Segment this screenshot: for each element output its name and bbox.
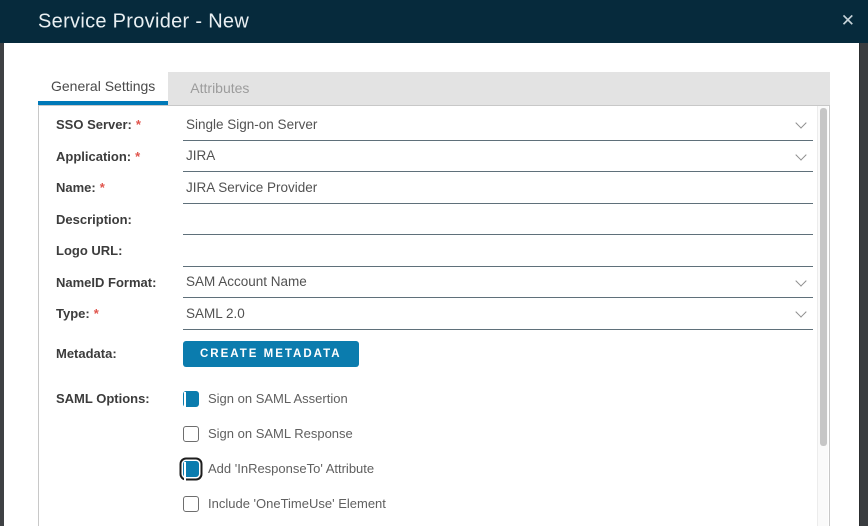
field-row-type: Type: * SAML 2.0 — [39, 298, 829, 330]
field-row-description: Description: — [39, 204, 829, 235]
chevron-down-icon — [795, 306, 807, 318]
field-row-metadata: Metadata: CREATE METADATA — [39, 332, 829, 376]
modal-title: Service Provider - New — [38, 10, 250, 32]
option-sign-saml-response: Sign on SAML Response — [183, 419, 829, 449]
metadata-label: Metadata: — [56, 346, 117, 361]
description-input[interactable] — [183, 211, 813, 227]
logo-url-label: Logo URL: — [56, 243, 123, 259]
checkbox-sign-saml-response[interactable] — [183, 425, 199, 442]
scrollbar-thumb[interactable] — [820, 108, 827, 446]
required-marker: * — [99, 180, 105, 196]
option-label: Sign on SAML Response — [208, 426, 353, 441]
checkbox-add-inresponseto[interactable] — [183, 460, 199, 481]
sso-server-value: Single Sign-on Server — [186, 116, 318, 132]
option-label: Add 'InResponseTo' Attribute — [208, 461, 375, 476]
required-marker: * — [135, 148, 141, 164]
field-row-application: Application: * JIRA — [39, 141, 829, 172]
nameid-format-select[interactable]: SAM Account Name — [183, 267, 813, 298]
option-add-inresponseto: Add 'InResponseTo' Attribute — [183, 454, 829, 484]
required-marker: * — [93, 306, 99, 322]
close-icon: ✕ — [840, 11, 855, 30]
checkbox-include-onetimeuse[interactable] — [183, 495, 199, 512]
field-row-saml-options: SAML Options: Sign on SAML Assertion Sig… — [39, 384, 829, 524]
check-icon — [184, 461, 186, 481]
tab-general-settings[interactable]: General Settings — [38, 72, 169, 105]
type-label: Type: — [56, 306, 90, 322]
name-label: Name: — [56, 180, 96, 196]
type-value: SAML 2.0 — [186, 305, 245, 321]
saml-options-label: SAML Options: — [56, 390, 150, 406]
saml-options-list: Sign on SAML Assertion Sign on SAML Resp… — [183, 384, 829, 524]
name-input[interactable] — [183, 179, 813, 195]
field-row-sso-server: SSO Server: * Single Sign-on Server — [39, 109, 829, 141]
nameid-format-value: SAM Account Name — [186, 274, 307, 290]
required-marker: * — [135, 117, 141, 133]
option-include-onetimeuse: Include 'OneTimeUse' Element — [183, 489, 829, 519]
type-select[interactable]: SAML 2.0 — [183, 298, 813, 330]
option-sign-saml-assertion: Sign on SAML Assertion — [183, 384, 829, 414]
page-background-edge — [859, 43, 868, 526]
application-select[interactable]: JIRA — [183, 141, 813, 172]
chevron-down-icon — [795, 117, 807, 129]
sso-server-label: SSO Server: — [56, 117, 132, 133]
nameid-format-label: NameID Format: — [56, 274, 157, 290]
option-label: Include 'OneTimeUse' Element — [208, 496, 386, 511]
field-row-name: Name: * — [39, 172, 829, 204]
general-settings-panel: SSO Server: * Single Sign-on Server Appl… — [38, 105, 830, 526]
checkbox-sign-saml-assertion[interactable] — [183, 390, 199, 411]
tab-attributes[interactable]: Attributes — [168, 72, 271, 105]
chevron-down-icon — [795, 148, 807, 161]
tab-bar: General Settings Attributes — [38, 72, 830, 105]
field-row-logo-url: Logo URL: — [39, 235, 829, 267]
logo-url-input[interactable] — [183, 242, 813, 258]
application-value: JIRA — [186, 148, 216, 164]
sso-server-select[interactable]: Single Sign-on Server — [183, 109, 813, 141]
chevron-down-icon — [795, 274, 807, 287]
description-label: Description: — [56, 211, 132, 227]
field-row-nameid-format: NameID Format: SAM Account Name — [39, 267, 829, 298]
create-metadata-button[interactable]: CREATE METADATA — [183, 340, 359, 367]
check-icon — [184, 391, 186, 411]
scrollbar-track[interactable] — [817, 106, 828, 526]
modal-body: General Settings Attributes SSO Server: … — [4, 43, 859, 526]
application-label: Application: — [56, 148, 132, 164]
close-button[interactable]: ✕ — [841, 11, 855, 31]
option-label: Sign on SAML Assertion — [208, 391, 348, 406]
modal-header: Service Provider - New ✕ — [0, 0, 868, 43]
form-rows: SSO Server: * Single Sign-on Server Appl… — [39, 106, 829, 524]
